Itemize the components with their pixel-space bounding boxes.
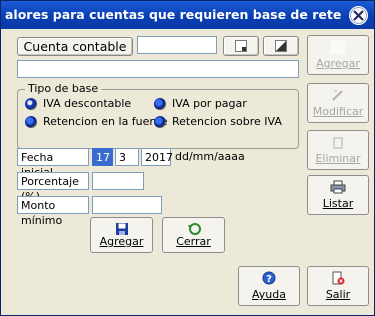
exit-icon [332,271,345,285]
agregar-label: Agregar [99,235,144,248]
close-button[interactable] [349,6,368,25]
new-icon [275,40,287,52]
save-icon [115,223,128,235]
fecha-formato-hint: dd/mm/aaaa [175,150,245,163]
close-icon [353,10,364,21]
window-title: alores para cuentas que requieren base d… [5,7,342,22]
new-account-button[interactable] [263,36,299,56]
radio-retencion-fuente[interactable] [25,116,37,128]
listar-label: Listar [322,197,354,210]
delete-icon [333,137,343,149]
fecha-dia-field[interactable]: 17 [92,148,113,166]
cerrar-label: Cerrar [176,235,211,248]
cerrar-button[interactable]: Cerrar [162,217,225,253]
title-bar: alores para cuentas que requieren base d… [1,1,374,29]
help-icon: ? [262,271,276,285]
tipo-de-base-label: Tipo de base [25,82,102,95]
cuenta-contable-button[interactable]: Cuenta contable [17,37,133,56]
undo-icon [187,223,201,235]
salir-button[interactable]: Salir [307,266,369,306]
monto-minimo-label: Monto mínimo [17,196,89,227]
blank-icon [331,40,345,54]
modificar-label: Modificar [312,105,364,118]
listar-button[interactable]: Listar [307,175,369,215]
lookup-button[interactable] [223,36,259,56]
dialog-window: alores para cuentas que requieren base d… [0,0,375,316]
fecha-mes-field[interactable]: 3 [115,148,139,166]
radio-retencion-iva-label: Retencion sobre IVA [172,115,282,128]
edit-icon [332,90,343,101]
eliminar-label: Eliminar [315,152,361,165]
radio-iva-por-pagar[interactable] [154,98,166,110]
printer-icon [330,180,346,194]
porcentaje-label: Porcentaje (%) [17,172,89,203]
side-agregar-label: Agregar [316,57,360,70]
ayuda-label: Ayuda [252,288,286,301]
side-agregar-button[interactable]: Agregar [307,35,369,75]
salir-label: Salir [325,288,351,301]
agregar-button[interactable]: Agregar [90,217,153,253]
eliminar-button[interactable]: Eliminar [307,130,369,170]
fecha-anio-field[interactable]: 2017 [141,148,173,166]
descripcion-field[interactable] [17,60,299,78]
porcentaje-field[interactable] [92,172,144,190]
lookup-icon [235,40,247,52]
radio-retencion-iva[interactable] [154,116,166,128]
radio-iva-descontable[interactable] [25,98,37,110]
ayuda-button[interactable]: ? Ayuda [238,266,300,306]
cuenta-field[interactable] [137,36,217,54]
fecha-inicial-label: Fecha inicial [17,148,89,179]
modificar-button[interactable]: Modificar [307,83,369,123]
monto-minimo-field[interactable] [92,196,162,214]
radio-iva-descontable-label: IVA descontable [43,97,132,110]
radio-retencion-fuente-label: Retencion en la fuente [43,115,168,128]
svg-text:?: ? [266,274,272,285]
radio-iva-por-pagar-label: IVA por pagar [172,97,247,110]
